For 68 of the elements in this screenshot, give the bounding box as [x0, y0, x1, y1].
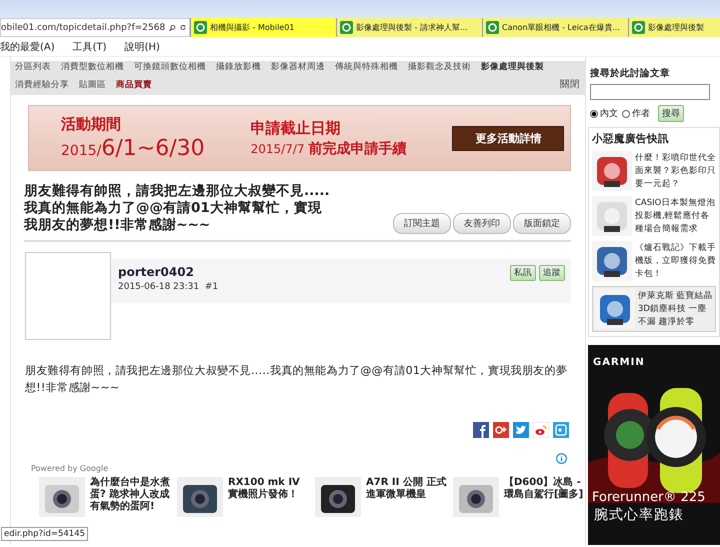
ad-link[interactable]: CASIO日本製無燈泡投影機,輕鬆應付各種場合簡報需求: [635, 196, 716, 236]
deadline-label: 申請截止日期: [250, 118, 342, 138]
topic-title: 朋友難得有帥照，請我把左邊那位大叔變不見..... 我真的無能為力了@@有請01大神幫幫忙，實現 我朋友的夢想!!非常感謝~~~: [24, 183, 330, 234]
product-tagline: 腕式心率跑錶: [594, 506, 685, 524]
browser-tab[interactable]: 影像處理與後製: [628, 18, 720, 37]
address-field[interactable]: obile01.com/topicdetail.php?f=2568: [0, 18, 190, 37]
forum-nav-link[interactable]: 消費經驗分享: [15, 79, 69, 91]
search-field[interactable]: [590, 84, 710, 100]
related-topic-link[interactable]: RX100 mk IV 實機照片發佈！: [228, 477, 309, 517]
topic-action-button[interactable]: 訂閱主題: [393, 213, 451, 234]
refresh-icon[interactable]: [180, 22, 186, 33]
related-topic-link[interactable]: 為什麼台中是水煮蛋? 跪求神人改成有氣勢的蛋阿!: [90, 477, 171, 517]
plurk-icon[interactable]: [553, 422, 569, 438]
event-period-dates: 2015/6/1~6/30: [61, 136, 205, 161]
facebook-icon[interactable]: [473, 422, 489, 438]
ad-link[interactable]: 《爐石戰記》下載手機版，立即獲得免費卡包！: [635, 242, 716, 280]
forum-nav-link[interactable]: 攝影觀念及技術: [408, 61, 471, 73]
menu-item[interactable]: 我的最愛(A): [0, 40, 55, 54]
radio-label: 作者: [632, 108, 650, 120]
product-name: Forerunner® 225: [592, 490, 706, 505]
site-icon: [632, 21, 645, 34]
ad-panel-title: 小惡魔廣告快訊: [592, 132, 670, 146]
radio-label: 內文: [600, 108, 618, 120]
topic-action-button[interactable]: 版面鎖定: [513, 213, 571, 234]
site-icon: [486, 21, 499, 34]
forum-nav-link[interactable]: 可換鏡頭數位相機: [134, 61, 206, 73]
site-icon: [194, 21, 207, 34]
forum-nav-link[interactable]: 分區列表: [15, 61, 51, 73]
forum-nav-link[interactable]: 貼圖區: [79, 79, 106, 91]
topic-action-button[interactable]: 友善列印: [453, 213, 511, 234]
ad-item-highlighted[interactable]: 伊萊克斯 藍寶結晶 3D鎖塵科技 一塵不漏 趨淨於零: [592, 286, 716, 332]
browser-tab[interactable]: 相機與攝影 - Mobile01: [190, 18, 336, 37]
info-icon[interactable]: [556, 453, 567, 464]
menu-item[interactable]: 工具(T): [72, 40, 107, 54]
close-link[interactable]: 關閉: [560, 78, 580, 91]
related-topic-link[interactable]: A7R II 公開 正式進軍微單機皇: [366, 477, 447, 517]
forum-nav-link[interactable]: 傳統與特殊相機: [335, 61, 398, 73]
watch-ad[interactable]: GARMIN Forerunner® 225 腕式心率跑錶: [588, 345, 720, 545]
bird-icon[interactable]: [513, 422, 529, 438]
brand-name: GARMIN: [593, 357, 646, 368]
deadline-text: 2015/7/7 前完成申請手續: [250, 140, 406, 158]
search-button[interactable]: 搜尋: [658, 105, 684, 122]
site-icon: [340, 21, 353, 34]
forum-nav-link[interactable]: 商品買賣: [116, 79, 152, 91]
event-details-button[interactable]: 更多活動詳情: [452, 126, 564, 150]
browser-tab[interactable]: Canon單眼相機 - Leica在爆貴...: [482, 18, 628, 37]
forum-nav-link[interactable]: 影像器材周邊: [271, 61, 325, 73]
weibo-icon[interactable]: [533, 422, 549, 438]
forum-nav-link[interactable]: 影像處理與後製: [481, 61, 544, 73]
status-url-tooltip: edir.php?id=54145: [1, 527, 88, 541]
browser-tab[interactable]: 影像處理與後製 - 請求神人幫...: [336, 18, 482, 37]
google-plus-icon[interactable]: [493, 422, 509, 438]
ad-link[interactable]: 伊萊克斯 藍寶結晶 3D鎖塵科技 一塵不漏 趨淨於零: [638, 290, 713, 328]
post-body: 朋友難得有帥照，請我把左邊那位大叔變不見.....我真的無能為力了@@有請01大神幫幫忙，實現我朋友的夢想!!非常感謝~~~: [25, 363, 568, 396]
menu-item[interactable]: 說明(H): [124, 40, 160, 54]
user-action-button[interactable]: 追蹤: [539, 265, 565, 281]
author-name[interactable]: porter0402: [118, 265, 218, 279]
user-action-button[interactable]: 私訊: [510, 265, 536, 281]
radio-button[interactable]: [622, 110, 630, 118]
radio-button[interactable]: [590, 110, 598, 118]
event-period-label: 活動期間: [61, 115, 122, 134]
ad-link[interactable]: 什麼！彩噴印世代全面來襲？彩色影印只要一元起？: [635, 152, 716, 190]
forum-nav-link[interactable]: 攝錄放影機: [216, 61, 261, 73]
url-text: obile01.com/topicdetail.php?f=2568: [1, 22, 166, 32]
powered-by-google: Powered by Google: [31, 464, 108, 473]
post-meta: 2015-06-18 23:31 #1: [118, 282, 218, 292]
search-heading: 搜尋於此討論文章: [590, 67, 671, 80]
forum-nav-link[interactable]: 消費型數位相機: [61, 61, 124, 73]
